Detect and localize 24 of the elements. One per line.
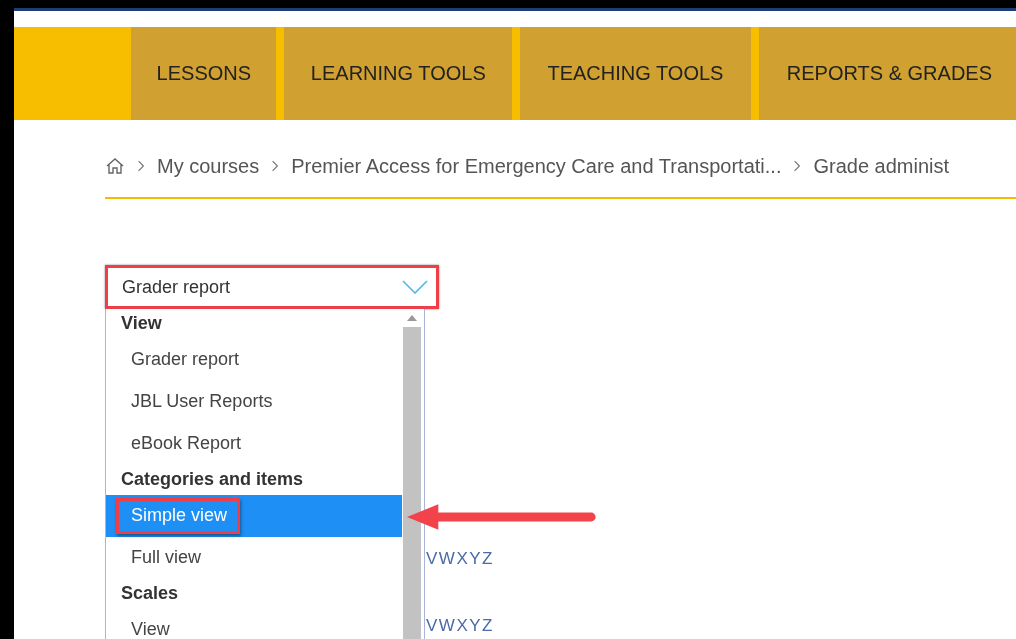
chevron-icon xyxy=(137,159,145,173)
group-heading: View xyxy=(120,312,163,335)
breadcrumb-link[interactable]: Premier Access for Emergency Care and Transportati... xyxy=(291,154,782,178)
scroll-up-icon[interactable] xyxy=(407,315,417,321)
chevron-icon xyxy=(271,159,280,173)
dropdown-option[interactable]: View xyxy=(106,609,402,639)
chevron-icon xyxy=(793,159,802,173)
letter-filter[interactable]: VWXYZ xyxy=(426,549,1016,569)
nav-tab[interactable]: LESSONS xyxy=(131,27,277,120)
dropdown-option[interactable]: JBL User Reports xyxy=(106,381,402,423)
breadcrumb-link[interactable]: Grade administ xyxy=(813,154,950,178)
group-heading: Scales xyxy=(120,582,180,605)
nav-tab[interactable]: REPORTS & GRADES xyxy=(758,27,1016,120)
breadcrumb-link[interactable]: My courses xyxy=(157,154,260,178)
dropdown-option[interactable]: Grader report xyxy=(106,339,402,381)
nav-tab[interactable]: LEARNING TOOLS xyxy=(284,27,513,120)
report-select[interactable]: Grader report xyxy=(105,265,439,309)
dropdown-option[interactable]: Full view xyxy=(106,537,402,579)
letter-filter[interactable]: VWXYZ xyxy=(426,616,1016,636)
group-heading: Categories and items xyxy=(120,468,305,491)
home-icon[interactable] xyxy=(105,156,125,176)
nav-tab[interactable]: TEACHING TOOLS xyxy=(520,27,751,120)
dropdown-option[interactable]: eBook Report xyxy=(106,423,402,465)
caret-icon xyxy=(402,280,428,294)
